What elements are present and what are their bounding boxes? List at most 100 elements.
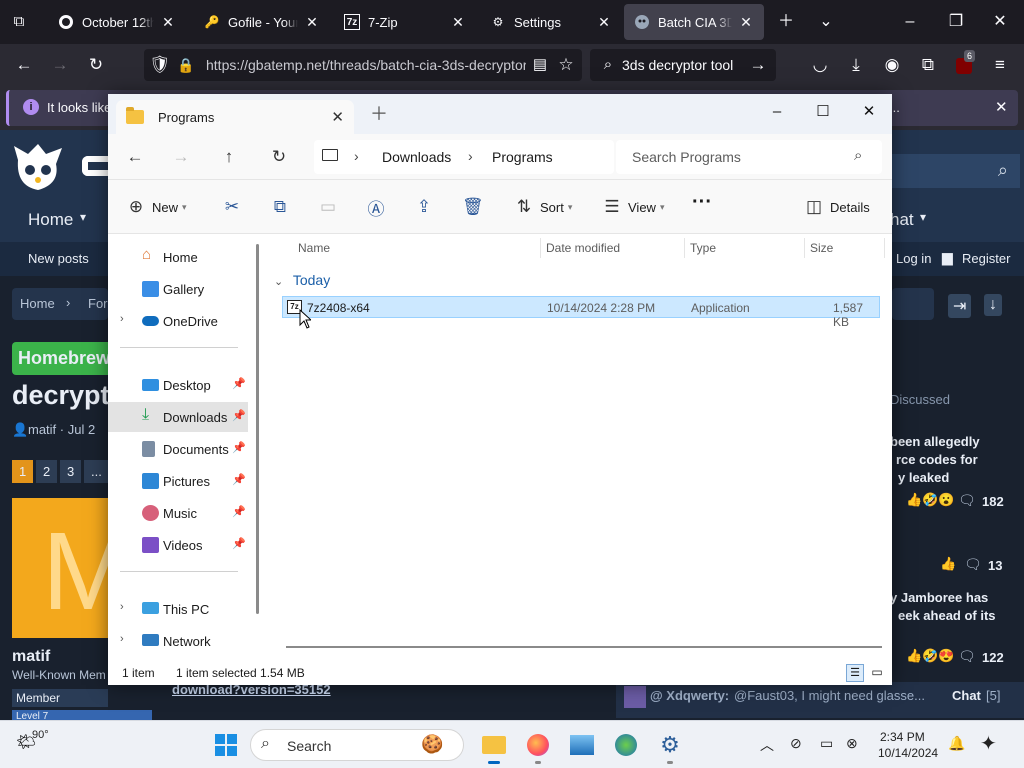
nav-item-music[interactable]: Music 📌 <box>108 498 248 528</box>
bookmark-star-icon[interactable]: ☆ <box>554 54 578 76</box>
delete-button[interactable]: 🗑 <box>462 196 484 218</box>
search-bar[interactable]: ⌕ 3ds decryptor tool → <box>590 49 776 81</box>
clock-date[interactable]: 10/14/2024 <box>878 746 938 760</box>
scroll-down-icon[interactable]: ↓ <box>984 294 1002 316</box>
nav-item-pictures[interactable]: Pictures 📌 <box>108 466 248 496</box>
close-tab-icon[interactable]: ✕ <box>304 14 320 31</box>
nav-item-documents[interactable]: Documents 📌 <box>108 434 248 464</box>
details-view-icon[interactable]: ☰ <box>846 664 864 682</box>
page-more[interactable]: ... <box>84 460 109 483</box>
column-divider[interactable] <box>884 238 885 258</box>
close-notification-icon[interactable]: ✕ <box>995 98 1008 116</box>
details-button[interactable]: ◫ Details <box>804 196 870 218</box>
headline-2-line-1[interactable]: y Jamboree has <box>890 590 988 605</box>
url-bar[interactable]: 🛡 🔒 https://gbatemp.net/threads/batch-ci… <box>144 49 582 81</box>
headline-1-line-3[interactable]: y leaked <box>898 470 949 485</box>
column-header-size[interactable]: Size <box>810 241 833 255</box>
copy-button[interactable]: ⧉ <box>270 196 290 218</box>
new-tab-icon[interactable]: ＋ <box>776 12 796 32</box>
pin-icon[interactable]: 📌 <box>232 537 246 550</box>
close-window-icon[interactable]: ✕ <box>990 12 1010 32</box>
chevron-right-icon[interactable]: › <box>120 313 124 325</box>
tiles-view-icon[interactable]: ▭ <box>868 664 886 682</box>
network-status-icon[interactable]: ⊘ <box>790 735 802 752</box>
nav-scrollbar[interactable] <box>256 244 259 614</box>
pin-icon[interactable]: 📌 <box>232 441 246 454</box>
nav-item-network[interactable]: › Network <box>108 626 248 656</box>
extensions-icon[interactable]: ⧉ <box>916 54 940 76</box>
minimize-icon[interactable]: – <box>754 98 800 126</box>
chevron-right-icon[interactable]: › <box>468 148 473 164</box>
username[interactable]: matif <box>12 648 50 666</box>
breadcrumb[interactable]: › Downloads › Programs <box>314 140 614 174</box>
site-search[interactable]: ⌕ <box>890 154 1020 188</box>
column-divider[interactable] <box>540 238 541 258</box>
site-nav-home[interactable]: Home <box>28 210 73 230</box>
maximize-icon[interactable]: ☐ <box>800 98 846 126</box>
headline-1-line-2[interactable]: rce codes for <box>896 452 978 467</box>
site-nav-chat[interactable]: hat <box>890 210 914 230</box>
page-2[interactable]: 2 <box>36 460 58 483</box>
explorer-tab[interactable]: Programs ✕ <box>116 100 354 134</box>
lock-icon[interactable]: 🔒 <box>174 54 198 76</box>
refresh-icon[interactable]: ↻ <box>268 146 290 168</box>
shield-icon[interactable]: 🛡 <box>148 54 172 76</box>
downloads-icon[interactable]: ⤓ <box>844 54 868 76</box>
nav-item-onedrive[interactable]: › OneDrive <box>108 306 248 336</box>
pin-icon[interactable]: 📌 <box>232 505 246 518</box>
browser-tab[interactable]: 7z 7-Zip ✕ <box>334 4 476 40</box>
pin-icon[interactable]: 📌 <box>232 473 246 486</box>
display-icon[interactable]: ▭ <box>820 735 833 752</box>
file-row[interactable]: 7z 7z2408-x64 10/14/2024 2:28 PM Applica… <box>282 296 880 329</box>
close-window-icon[interactable]: ✕ <box>846 98 892 126</box>
close-tab-icon[interactable]: ✕ <box>331 108 344 126</box>
avatar[interactable]: M <box>12 498 134 638</box>
register-link[interactable]: Register <box>962 251 1010 266</box>
group-header[interactable]: ⌄ Today <box>274 272 330 288</box>
nav-item-home[interactable]: ⌂ Home <box>108 242 248 272</box>
reload-icon[interactable]: ↻ <box>84 54 108 76</box>
browser-tab[interactable]: October 12th 2024 - ✕ <box>48 4 186 40</box>
taskbar-search[interactable]: ⌕ Search 🍪 <box>250 729 464 761</box>
browser-tab[interactable]: 🔑 Gofile - Your all-in-one ✕ <box>194 4 330 40</box>
page-1[interactable]: 1 <box>12 460 34 483</box>
settings-gear-icon[interactable]: ⚙ <box>656 731 684 764</box>
file-explorer-taskbar-icon[interactable] <box>480 731 508 764</box>
new-posts-link[interactable]: New posts <box>28 251 89 266</box>
start-button[interactable] <box>212 731 240 759</box>
column-divider[interactable] <box>684 238 685 258</box>
reader-view-icon[interactable]: ▤ <box>528 54 552 76</box>
column-header-name[interactable]: Name <box>298 241 330 255</box>
close-tab-icon[interactable]: ✕ <box>160 14 176 31</box>
forward-icon[interactable]: → <box>48 54 72 76</box>
restore-icon[interactable]: ❐ <box>946 12 966 32</box>
copilot-icon[interactable]: ✦ <box>980 731 997 756</box>
browser-tab-active[interactable]: Batch CIA 3DS Decryptor ✕ <box>624 4 764 40</box>
app-menu-icon[interactable]: ≡ <box>988 54 1012 76</box>
nav-item-gallery[interactable]: Gallery <box>108 274 248 304</box>
share-button[interactable]: ⇪ <box>414 196 434 218</box>
pin-icon[interactable]: 📌 <box>232 409 246 422</box>
login-link[interactable]: Log in <box>896 251 931 266</box>
notification-bell-icon[interactable]: 🔔 <box>948 735 965 752</box>
nav-item-this-pc[interactable]: › This PC <box>108 594 248 624</box>
list-all-tabs-icon[interactable]: ⌄ <box>816 12 836 32</box>
nav-item-downloads[interactable]: ⤓ Downloads 📌 <box>108 402 248 432</box>
jump-to-new-icon[interactable]: ⇥ <box>948 294 972 318</box>
minimize-icon[interactable]: – <box>900 12 920 32</box>
headline-2-line-2[interactable]: eek ahead of its <box>898 608 996 623</box>
back-icon[interactable]: ← <box>12 54 36 76</box>
chat-label[interactable]: Chat <box>952 688 981 703</box>
volume-muted-icon[interactable]: ⊗ <box>846 735 858 752</box>
firefox-view-icon[interactable]: ⧉ <box>8 12 30 32</box>
gbatemp-logo-icon[interactable] <box>10 140 66 196</box>
headline-1-line-1[interactable]: been allegedly <box>890 434 980 449</box>
pin-icon[interactable]: 📌 <box>232 377 246 390</box>
account-icon[interactable]: ◉ <box>880 54 904 76</box>
search-input[interactable]: Search Programs ⌕ <box>616 140 882 174</box>
column-header-type[interactable]: Type <box>690 241 716 255</box>
weather-temp[interactable]: 90° <box>32 729 49 741</box>
close-tab-icon[interactable]: ✕ <box>596 14 612 31</box>
close-tab-icon[interactable]: ✕ <box>450 14 466 31</box>
chevron-right-icon[interactable]: › <box>120 633 124 645</box>
